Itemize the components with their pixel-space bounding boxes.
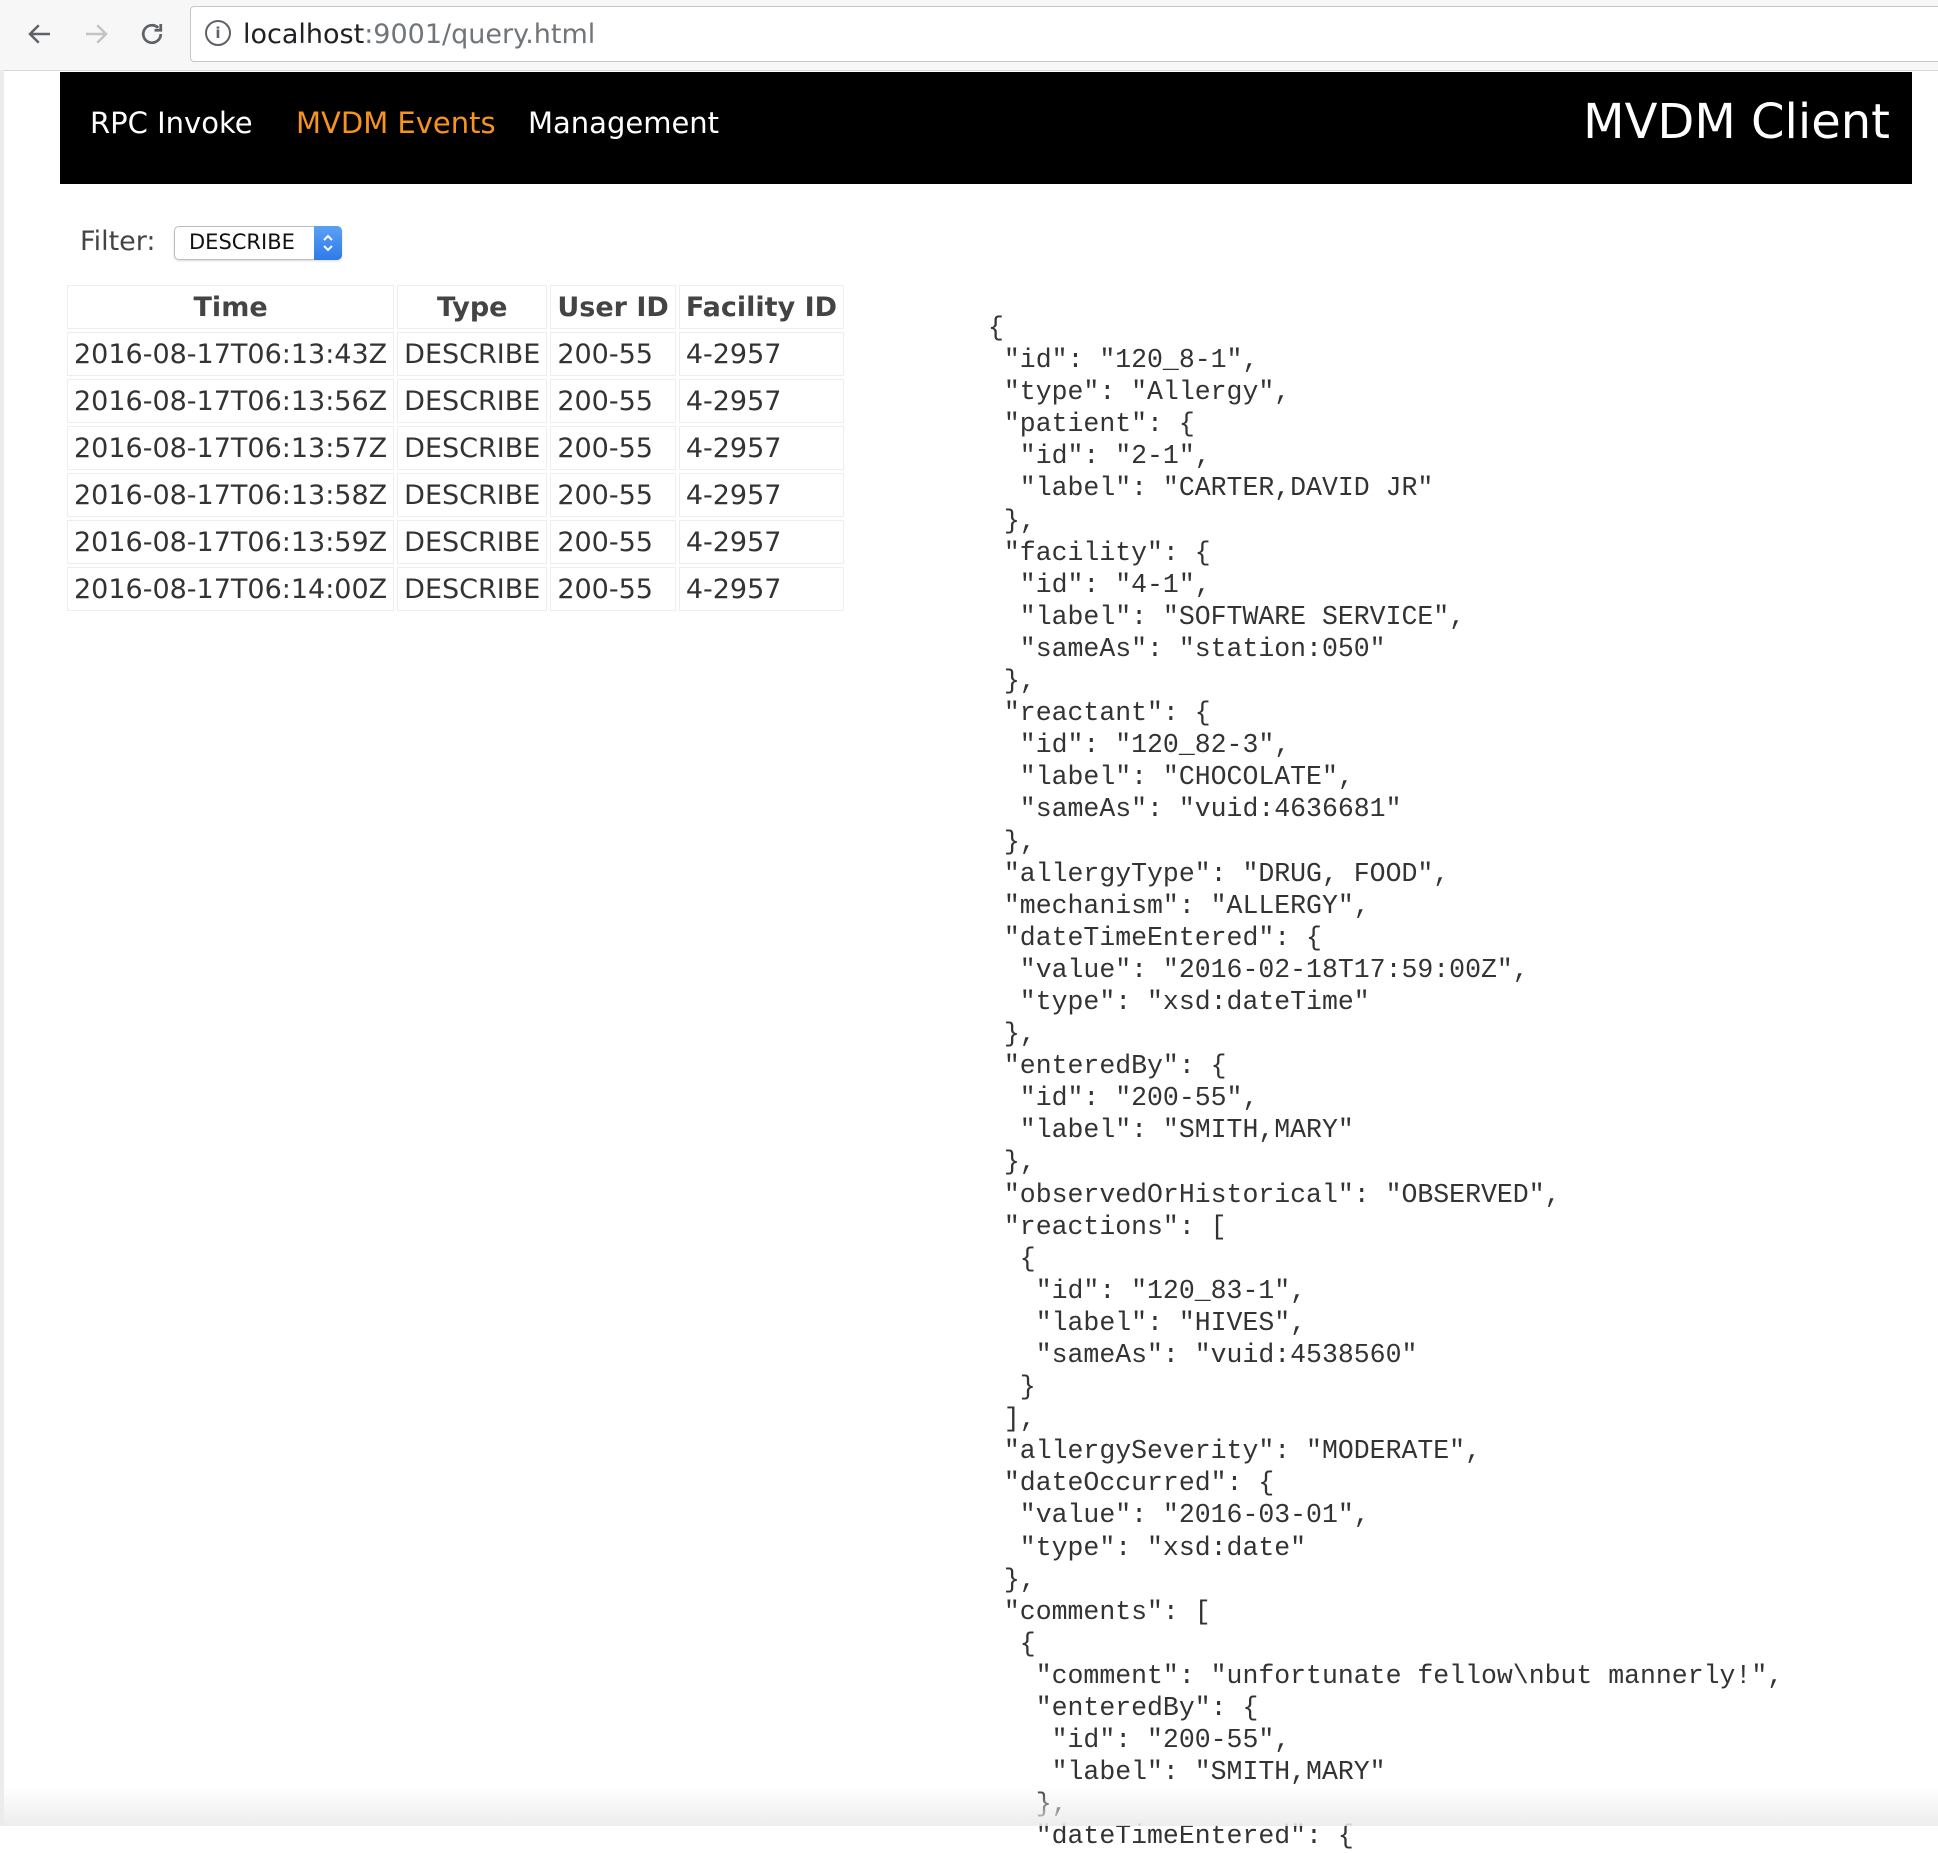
cell-type: DESCRIBE (397, 520, 548, 564)
cell-facility-id: 4-2957 (678, 520, 845, 564)
cell-type: DESCRIBE (397, 332, 548, 376)
cell-user-id: 200-55 (550, 567, 676, 611)
filter-value: DESCRIBE (189, 230, 295, 254)
nav-mvdm-events[interactable]: MVDM Events (296, 106, 496, 140)
cell-facility-id: 4-2957 (678, 567, 845, 611)
cell-type: DESCRIBE (397, 379, 548, 423)
cell-facility-id: 4-2957 (678, 332, 845, 376)
cell-user-id: 200-55 (550, 379, 676, 423)
cell-user-id: 200-55 (550, 473, 676, 517)
back-button[interactable] (18, 12, 62, 56)
app-header: RPC Invoke MVDM Events Management MVDM C… (60, 72, 1912, 184)
bottom-fade (0, 1786, 1938, 1826)
column-header-user-id[interactable]: User ID (550, 285, 676, 329)
cell-type: DESCRIBE (397, 567, 548, 611)
cell-type: DESCRIBE (397, 426, 548, 470)
event-json-detail: { "id": "120_8-1", "type": "Allergy", "p… (988, 313, 1784, 1852)
table-row[interactable]: 2016-08-17T06:14:00Z DESCRIBE 200-55 4-2… (67, 567, 845, 611)
arrow-left-icon (28, 24, 50, 44)
arrow-right-icon (86, 24, 108, 44)
cell-time: 2016-08-17T06:13:57Z (67, 426, 395, 470)
table-row[interactable]: 2016-08-17T06:13:56Z DESCRIBE 200-55 4-2… (67, 379, 845, 423)
cell-user-id: 200-55 (550, 426, 676, 470)
table-header-row: Time Type User ID Facility ID (67, 285, 845, 329)
column-header-facility-id[interactable]: Facility ID (678, 285, 845, 329)
url-path: :9001/query.html (364, 19, 596, 50)
table-row[interactable]: 2016-08-17T06:13:43Z DESCRIBE 200-55 4-2… (67, 332, 845, 376)
filter-select[interactable]: DESCRIBE (174, 226, 342, 260)
cell-user-id: 200-55 (550, 520, 676, 564)
select-arrows-icon (314, 226, 342, 260)
table-row[interactable]: 2016-08-17T06:13:59Z DESCRIBE 200-55 4-2… (67, 520, 845, 564)
cell-time: 2016-08-17T06:13:58Z (67, 473, 395, 517)
page-edge (0, 70, 4, 1826)
cell-time: 2016-08-17T06:13:56Z (67, 379, 395, 423)
cell-time: 2016-08-17T06:13:43Z (67, 332, 395, 376)
url-text[interactable]: localhost:9001/query.html (243, 19, 595, 50)
filter-label: Filter: (80, 226, 156, 257)
cell-user-id: 200-55 (550, 332, 676, 376)
forward-button[interactable] (74, 12, 118, 56)
url-host: localhost (243, 19, 365, 50)
address-bar[interactable]: i localhost:9001/query.html (190, 6, 1938, 62)
cell-facility-id: 4-2957 (678, 379, 845, 423)
table-row[interactable]: 2016-08-17T06:13:58Z DESCRIBE 200-55 4-2… (67, 473, 845, 517)
cell-facility-id: 4-2957 (678, 473, 845, 517)
column-header-time[interactable]: Time (67, 285, 395, 329)
nav-management[interactable]: Management (528, 106, 719, 140)
app-title: MVDM Client (1583, 94, 1890, 150)
info-icon[interactable]: i (205, 20, 231, 46)
cell-time: 2016-08-17T06:13:59Z (67, 520, 395, 564)
cell-facility-id: 4-2957 (678, 426, 845, 470)
browser-toolbar: i localhost:9001/query.html (0, 0, 1938, 71)
column-header-type[interactable]: Type (397, 285, 548, 329)
table-row[interactable]: 2016-08-17T06:13:57Z DESCRIBE 200-55 4-2… (67, 426, 845, 470)
reload-button[interactable] (130, 12, 174, 56)
reload-icon (141, 23, 163, 45)
cell-type: DESCRIBE (397, 473, 548, 517)
nav-rpc-invoke[interactable]: RPC Invoke (90, 106, 253, 140)
cell-time: 2016-08-17T06:14:00Z (67, 567, 395, 611)
events-table: Time Type User ID Facility ID 2016-08-17… (64, 282, 847, 614)
